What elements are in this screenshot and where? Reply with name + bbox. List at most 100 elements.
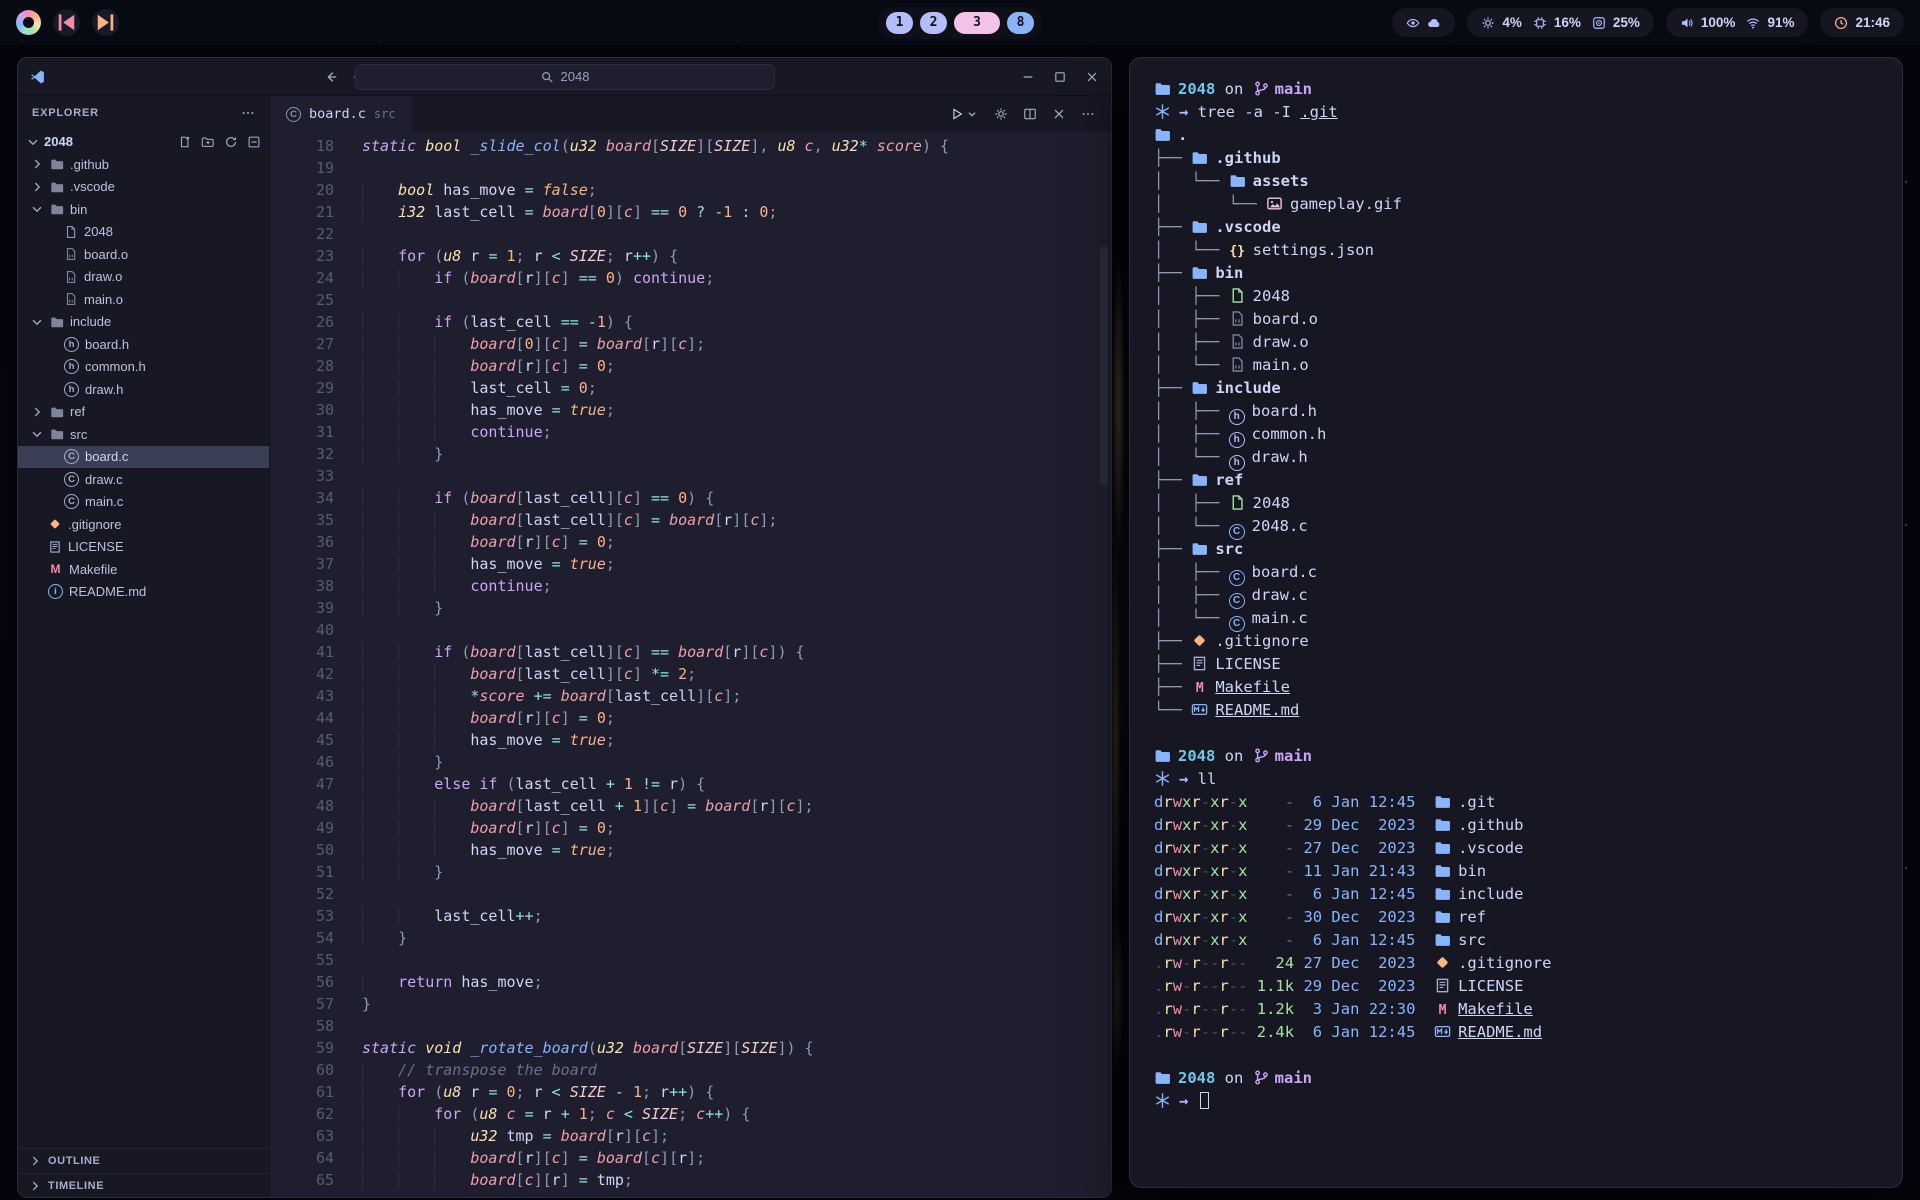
nav-back-icon[interactable] [324,70,338,84]
code-line[interactable]: 43 *score += board[last_cell][c]; [270,685,1111,707]
settings-gear-button[interactable] [994,107,1008,121]
code-line[interactable]: 29 last_cell = 0; [270,377,1111,399]
code-line[interactable]: 50 has_move = true; [270,839,1111,861]
code-line[interactable]: 47 else if (last_cell + 1 != r) { [270,773,1111,795]
code-line[interactable]: 30 has_move = true; [270,399,1111,421]
code-line[interactable]: 26 if (last_cell == -1) { [270,311,1111,333]
explorer-folder-.vscode[interactable]: .vscode [18,176,269,199]
close-button[interactable] [1085,70,1099,84]
system-stats-widget[interactable]: 4%16%25% [1467,8,1654,37]
terminal-window[interactable]: 2048 on main→ tree -a -I .git.├── .githu… [1129,57,1903,1188]
explorer-folder-.github[interactable]: .github [18,153,269,176]
code-line[interactable]: 31 continue; [270,421,1111,443]
explorer-file-.gitignore[interactable]: .gitignore [18,513,269,536]
explorer-file-main.o[interactable]: main.o [18,288,269,311]
code-line[interactable]: 48 board[last_cell + 1][c] = board[r][c]… [270,795,1111,817]
distro-logo-icon[interactable] [16,10,41,35]
code-line[interactable]: 18static bool _slide_col(u32 board[SIZE]… [270,135,1111,157]
explorer-folder-bin[interactable]: bin [18,198,269,221]
code-line[interactable]: 53 last_cell++; [270,905,1111,927]
code-line[interactable]: 52 [270,883,1111,905]
code-line[interactable]: 39 } [270,597,1111,619]
code-line[interactable]: 38 continue; [270,575,1111,597]
more-actions-button[interactable] [1081,107,1095,121]
code-line[interactable]: 65 board[c][r] = tmp; [270,1169,1111,1191]
code-line[interactable]: 23 for (u8 r = 1; r < SIZE; r++) { [270,245,1111,267]
code-line[interactable]: 20 bool has_move = false; [270,179,1111,201]
explorer-folder-src[interactable]: src [18,423,269,446]
explorer-file-draw.o[interactable]: draw.o [18,266,269,289]
explorer-file-LICENSE[interactable]: LICENSE [18,536,269,559]
explorer-file-2048[interactable]: 2048 [18,221,269,244]
explorer-file-board.c[interactable]: Cboard.c [18,446,269,469]
clock-widget[interactable]: 21:46 [1820,8,1904,37]
code-line[interactable]: 22 [270,223,1111,245]
code-line[interactable]: 34 if (board[last_cell][c] == 0) { [270,487,1111,509]
code-line[interactable]: 54 } [270,927,1111,949]
refresh-explorer-button[interactable] [224,135,238,149]
code-line[interactable]: 37 has_move = true; [270,553,1111,575]
close-editor-button[interactable] [1052,107,1066,121]
code-line[interactable]: 63 u32 tmp = board[r][c]; [270,1125,1111,1147]
media-next-button[interactable] [92,9,119,36]
code-line[interactable]: 46 } [270,751,1111,773]
explorer-file-main.c[interactable]: Cmain.c [18,491,269,514]
code-line[interactable]: 41 if (board[last_cell][c] == board[r][c… [270,641,1111,663]
code-line[interactable]: 62 for (u8 c = r + 1; c < SIZE; c++) { [270,1103,1111,1125]
new-file-button[interactable] [178,135,192,149]
outline-section[interactable]: OUTLINE [18,1149,269,1173]
media-previous-button[interactable] [53,9,80,36]
code-line[interactable]: 64 board[r][c] = board[c][r]; [270,1147,1111,1169]
code-line[interactable]: 45 has_move = true; [270,729,1111,751]
code-line[interactable]: 24 if (board[r][c] == 0) continue; [270,267,1111,289]
code-line[interactable]: 32 } [270,443,1111,465]
code-line[interactable]: 35 board[last_cell][c] = board[r][c]; [270,509,1111,531]
explorer-root-folder[interactable]: 2048 [18,130,269,153]
code-line[interactable]: 25 [270,289,1111,311]
code-line[interactable]: 49 board[r][c] = 0; [270,817,1111,839]
code-line[interactable]: 61 for (u8 r = 0; r < SIZE - 1; r++) { [270,1081,1111,1103]
maximize-button[interactable] [1053,70,1067,84]
code-line[interactable]: 60 // transpose the board [270,1059,1111,1081]
workspace-button-3[interactable]: 3 [954,12,1000,34]
minimize-button[interactable] [1021,70,1035,84]
code-line[interactable]: 42 board[last_cell][c] *= 2; [270,663,1111,685]
explorer-folder-ref[interactable]: ref [18,401,269,424]
workspace-button-1[interactable]: 1 [886,12,913,34]
code-line[interactable]: 27 board[0][c] = board[r][c]; [270,333,1111,355]
explorer-file-common.h[interactable]: hcommon.h [18,356,269,379]
code-line[interactable]: 55 [270,949,1111,971]
code-line[interactable]: 40 [270,619,1111,641]
split-editor-button[interactable] [1023,107,1037,121]
new-folder-button[interactable] [201,135,215,149]
code-line[interactable]: 36 board[r][c] = 0; [270,531,1111,553]
explorer-folder-include[interactable]: include [18,311,269,334]
weather-widget[interactable] [1392,8,1455,37]
explorer-file-draw.c[interactable]: Cdraw.c [18,468,269,491]
explorer-more-button[interactable] [241,106,255,120]
explorer-file-draw.h[interactable]: hdraw.h [18,378,269,401]
code-line[interactable]: 56 return has_move; [270,971,1111,993]
code-line[interactable]: 51 } [270,861,1111,883]
command-search-box[interactable]: 2048 [355,64,775,90]
code-line[interactable]: 33 [270,465,1111,487]
code-line[interactable]: 19 [270,157,1111,179]
explorer-file-board.o[interactable]: board.o [18,243,269,266]
code-line[interactable]: 59static void _rotate_board(u32 board[SI… [270,1037,1111,1059]
run-button[interactable] [950,107,979,121]
code-line[interactable]: 58 [270,1015,1111,1037]
code-line[interactable]: 57} [270,993,1111,1015]
editor-scrollbar[interactable] [1100,246,1108,486]
tab-board-c[interactable]: C board.c src [270,96,412,132]
code-line[interactable]: 44 board[r][c] = 0; [270,707,1111,729]
audio-network-widget[interactable]: 100%91% [1666,8,1809,37]
workspace-button-8[interactable]: 8 [1007,12,1034,34]
explorer-file-board.h[interactable]: hboard.h [18,333,269,356]
explorer-file-Makefile[interactable]: MMakefile [18,558,269,581]
timeline-section[interactable]: TIMELINE [18,1173,269,1197]
collapse-folders-button[interactable] [247,135,261,149]
code-line[interactable]: 21 i32 last_cell = board[0][c] == 0 ? -1… [270,201,1111,223]
workspace-button-2[interactable]: 2 [920,12,947,34]
code-editor[interactable]: 18static bool _slide_col(u32 board[SIZE]… [270,132,1111,1197]
explorer-file-README.md[interactable]: iREADME.md [18,581,269,604]
